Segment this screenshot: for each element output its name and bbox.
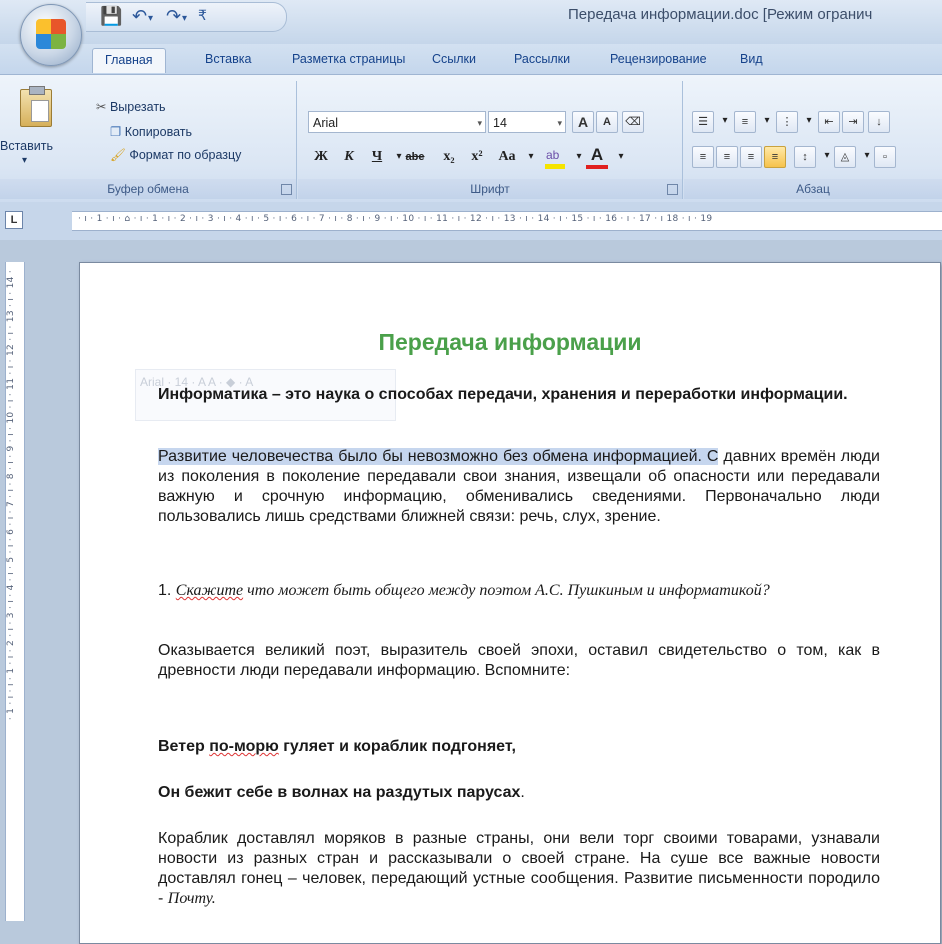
font-group: Arial ▾ 14 ▾ A A ⌫ Ж К Ч ▾ abe x₂ x² Aa ▾ … [298,81,683,199]
align-left-icon[interactable]: ≡ [692,146,714,168]
font-name-dropdown-icon[interactable]: ▾ [477,112,482,134]
superscript-button[interactable]: x² [466,145,488,169]
horizontal-ruler[interactable]: · ı · 1 · ı · ⌂ · ı · 1 · ı · 2 · ı · 3 … [72,211,942,231]
font-color-icon[interactable]: A [586,145,608,169]
strikethrough-button[interactable]: abe [404,145,426,169]
bold-button[interactable]: Ж [310,145,332,169]
verse-line-2: Он бежит себе в волнах на раздутых парус… [158,784,525,801]
font-color-dropdown-icon[interactable]: ▾ [610,145,632,169]
cut-icon: ✂ [96,100,110,114]
tab-page-layout[interactable]: Разметка страницы [292,52,405,66]
horizontal-ruler-marks: · ı · 1 · ı · ⌂ · ı · 1 · ı · 2 · ı · 3 … [78,214,713,224]
tab-view[interactable]: Вид [740,52,763,66]
tab-selector-icon[interactable]: L [5,211,23,229]
highlight-icon[interactable]: ab [542,145,568,169]
ribbon-tabs: Главная Вставка Разметка страницы Ссылки… [0,44,942,74]
paragraph-2: Оказывается великий поэт, выразитель сво… [158,642,880,679]
verse-line-1: Ветер по-морю гуляет и кораблик подгоняе… [158,738,516,755]
underline-button[interactable]: Ч [366,145,388,169]
paste-icon[interactable] [20,86,52,127]
font-group-label: Шрифт [298,179,682,199]
shading-icon[interactable]: ◬ [834,146,856,168]
borders-icon[interactable]: ▫ [874,146,896,168]
clipboard-group-label: Буфер обмена [0,179,296,199]
paste-button[interactable]: Вставить [0,139,53,153]
customize-qat-icon[interactable]: ₹ [198,7,207,24]
shrink-font-button[interactable]: A [596,111,618,133]
numbering-dropdown-icon[interactable]: ▾ [756,109,778,133]
question-1: 1. Скажите что может быть общего между п… [158,582,770,599]
format-painter-button[interactable]: 🖌 Формат по образцу [110,148,241,163]
copy-button[interactable]: ❐ Копировать [110,124,192,139]
align-right-icon[interactable]: ≡ [740,146,762,168]
line-spacing-icon[interactable]: ↕ [794,146,816,168]
paragraph-1: Развитие человечества было бы невозможно… [158,448,880,525]
font-size-box[interactable]: 14 ▾ [488,111,566,133]
bullets-dropdown-icon[interactable]: ▾ [714,109,736,133]
bullets-icon[interactable]: ☰ [692,111,714,133]
paste-dropdown-icon[interactable]: ▾ [22,155,27,166]
paragraph-3: Кораблик доставлял моряков в разные стра… [158,830,880,907]
italic-button[interactable]: К [338,145,360,169]
ruler-bar: L · ı · 1 · ı · ⌂ · ı · 1 · ı · 2 · ı · … [0,202,942,240]
change-case-dropdown-icon[interactable]: ▾ [520,145,542,169]
clipboard-launcher-icon[interactable] [281,184,292,195]
format-painter-icon: 🖌 [110,148,130,162]
undo-icon[interactable]: ↶ [132,6,147,27]
tab-references[interactable]: Ссылки [432,52,476,66]
document-title: Передача информации [378,329,642,355]
document-page[interactable]: Arial · 14 · A A · ◆ · A Передача информ… [79,262,941,944]
redo-icon[interactable]: ↷ [166,6,181,27]
selected-text: Развитие человечества было бы невозможно… [158,448,719,465]
font-name-box[interactable]: Arial ▾ [308,111,486,133]
redo-dropdown-icon[interactable]: ▾ [182,13,187,24]
paragraph-group: ☰ ▾ ≡ ▾ ⋮ ▾ ⇤ ⇥ ↓ ≡ ≡ ≡ ≡ ↕ ▾ ◬ ▾ ▫ Абза… [684,81,942,199]
intro-paragraph: Информатика – это наука о способах перед… [158,386,848,403]
subscript-button[interactable]: x₂ [438,145,460,169]
increase-indent-icon[interactable]: ⇥ [842,111,864,133]
tab-mailings[interactable]: Рассылки [514,52,570,66]
tab-insert[interactable]: Вставка [205,52,251,66]
paragraph-group-label: Абзац [684,179,942,199]
office-button[interactable] [20,4,82,66]
tab-review[interactable]: Рецензирование [610,52,707,66]
tab-home[interactable]: Главная [92,48,166,73]
justify-icon[interactable]: ≡ [764,146,786,168]
title-bar: 💾 ↶ ▾ ↷ ▾ ₹ Передача информации.doc [Реж… [0,0,942,66]
numbering-icon[interactable]: ≡ [734,111,756,133]
sort-icon[interactable]: ↓ [868,111,890,133]
save-icon[interactable]: 💾 [100,6,122,27]
decrease-indent-icon[interactable]: ⇤ [818,111,840,133]
multilevel-dropdown-icon[interactable]: ▾ [798,109,820,133]
quick-access-toolbar: 💾 ↶ ▾ ↷ ▾ ₹ [86,2,287,32]
office-logo-icon [36,19,66,49]
font-launcher-icon[interactable] [667,184,678,195]
clear-formatting-icon[interactable]: ⌫ [622,111,644,133]
cut-button[interactable]: ✂ Вырезать [96,99,166,114]
vertical-ruler-marks: · 1 · ı · ı · 1 · ı · 2 · ı · 3 · ı · 4 … [6,270,16,721]
grow-font-button[interactable]: A [572,111,594,133]
multilevel-list-icon[interactable]: ⋮ [776,111,798,133]
clipboard-group: Вставить ▾ ✂ Вырезать ❐ Копировать 🖌 Фор… [0,81,297,199]
ribbon: Вставить ▾ ✂ Вырезать ❐ Копировать 🖌 Фор… [0,74,942,203]
vertical-ruler[interactable]: · 1 · ı · ı · 1 · ı · 2 · ı · 3 · ı · 4 … [5,262,25,921]
window-title: Передача информации.doc [Режим огранич [568,6,873,23]
undo-dropdown-icon[interactable]: ▾ [148,13,153,24]
copy-icon: ❐ [110,125,125,139]
change-case-button[interactable]: Aa [496,145,518,169]
align-center-icon[interactable]: ≡ [716,146,738,168]
font-size-dropdown-icon[interactable]: ▾ [557,112,562,134]
